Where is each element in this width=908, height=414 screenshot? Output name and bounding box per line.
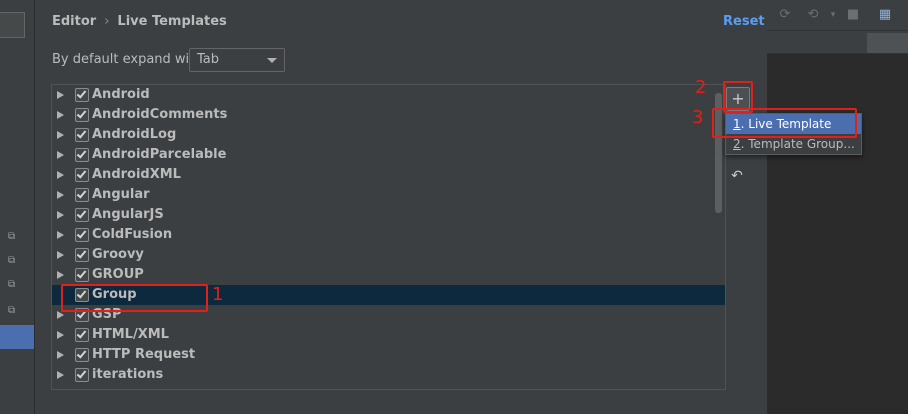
template-group-row[interactable]: AndroidXML (52, 165, 725, 185)
ide-tab-strip (767, 31, 908, 54)
copy-icon[interactable]: ⧉ (8, 256, 18, 266)
group-checkbox[interactable] (75, 368, 89, 382)
project-structure-icon[interactable]: ▦ (877, 7, 893, 23)
group-checkbox[interactable] (75, 148, 89, 162)
copy-icon[interactable]: ⧉ (8, 232, 18, 242)
expand-triangle-icon[interactable] (57, 331, 64, 339)
group-checkbox[interactable] (75, 248, 89, 262)
expand-triangle-icon[interactable] (57, 151, 64, 159)
expand-triangle-icon[interactable] (57, 131, 64, 139)
group-checkbox[interactable] (75, 168, 89, 182)
group-label: HTTP Request (92, 347, 196, 362)
copy-icon[interactable]: ⧉ (8, 306, 18, 316)
group-checkbox[interactable] (75, 228, 89, 242)
copy-icon[interactable]: ⧉ (8, 280, 18, 290)
template-group-row[interactable]: AndroidLog (52, 125, 725, 145)
group-checkbox[interactable] (75, 208, 89, 222)
menu-item-label: . Template Group... (740, 137, 855, 151)
group-label: Android (92, 87, 150, 102)
expand-triangle-icon[interactable] (57, 311, 64, 319)
annotation-box-group (61, 284, 208, 312)
ide-editor-area (767, 0, 908, 414)
template-group-row[interactable]: iterations (52, 365, 725, 385)
expand-triangle-icon[interactable] (57, 351, 64, 359)
expand-triangle-icon[interactable] (57, 231, 64, 239)
template-group-row[interactable]: AndroidComments (52, 105, 725, 125)
expand-triangle-icon[interactable] (57, 211, 64, 219)
reset-link[interactable]: Reset (723, 14, 765, 29)
expand-triangle-icon[interactable] (57, 371, 64, 379)
group-checkbox[interactable] (75, 128, 89, 142)
expand-triangle-icon[interactable] (57, 171, 64, 179)
run-coverage-icon[interactable]: ⟳ (777, 7, 793, 23)
expand-with-dropdown[interactable]: Tab (189, 48, 285, 72)
group-label: AndroidParcelable (92, 147, 227, 162)
template-group-row[interactable]: Groovy (52, 245, 725, 265)
template-group-row[interactable]: HTTP Request (52, 345, 725, 365)
group-label: HTML/XML (92, 327, 169, 342)
breadcrumb: Editor › Live Templates (52, 14, 227, 29)
group-checkbox[interactable] (75, 88, 89, 102)
group-checkbox[interactable] (75, 188, 89, 202)
expand-triangle-icon[interactable] (57, 271, 64, 279)
group-label: GROUP (92, 267, 144, 282)
stop-icon[interactable]: ■ (845, 7, 861, 23)
template-group-row[interactable]: AngularJS (52, 205, 725, 225)
group-label: ColdFusion (92, 227, 173, 242)
annotation-number: 1 (212, 284, 224, 305)
profile-icon[interactable]: ⟲ (805, 7, 821, 23)
annotation-number: 3 (692, 107, 704, 128)
template-group-row[interactable]: Android (52, 85, 725, 105)
menu-mnemonic: 2 (733, 137, 741, 151)
ide-left-panel: ⧉ ⧉ ⧉ ⧉ (0, 0, 35, 414)
expand-triangle-icon[interactable] (57, 251, 64, 259)
annotation-number: 2 (695, 77, 707, 98)
chevron-down-icon (267, 58, 277, 63)
expand-triangle-icon[interactable] (57, 191, 64, 199)
template-group-row[interactable]: HTML/XML (52, 325, 725, 345)
template-group-row[interactable]: Angular (52, 185, 725, 205)
template-group-row[interactable]: ColdFusion (52, 225, 725, 245)
expand-triangle-icon[interactable] (57, 111, 64, 119)
annotation-box-menu (712, 108, 857, 138)
group-label: AndroidLog (92, 127, 177, 142)
group-label: AndroidComments (92, 107, 228, 122)
ide-toolbar: ⟳ ⟲ ▾ ■ ▦ (767, 0, 908, 31)
ide-selected-item[interactable] (0, 325, 34, 349)
expand-triangle-icon[interactable] (57, 91, 64, 99)
group-checkbox[interactable] (75, 328, 89, 342)
breadcrumb-separator: › (104, 14, 110, 29)
group-checkbox[interactable] (75, 108, 89, 122)
group-checkbox[interactable] (75, 348, 89, 362)
group-label: Groovy (92, 247, 144, 262)
ide-search-field[interactable] (0, 12, 25, 38)
group-label: AngularJS (92, 207, 164, 222)
group-label: Angular (92, 187, 150, 202)
restore-defaults-button[interactable]: ↶ (726, 165, 748, 187)
expand-with-value: Tab (197, 52, 220, 67)
group-label: iterations (92, 367, 164, 382)
group-checkbox[interactable] (75, 268, 89, 282)
templates-tree: Android AndroidComments AndroidLog Andro… (51, 84, 726, 390)
undo-icon: ↶ (731, 168, 743, 184)
breadcrumb-current: Live Templates (117, 14, 227, 29)
ide-tab[interactable] (867, 33, 908, 53)
template-group-row[interactable]: AndroidParcelable (52, 145, 725, 165)
live-templates-settings-panel: Editor › Live Templates Reset By default e… (35, 0, 766, 414)
expand-with-label: By default expand with (52, 52, 203, 67)
group-label: AndroidXML (92, 167, 181, 182)
chevron-down-icon[interactable]: ▾ (825, 7, 841, 23)
template-group-row[interactable]: GROUP (52, 265, 725, 285)
breadcrumb-parent: Editor (52, 14, 97, 29)
